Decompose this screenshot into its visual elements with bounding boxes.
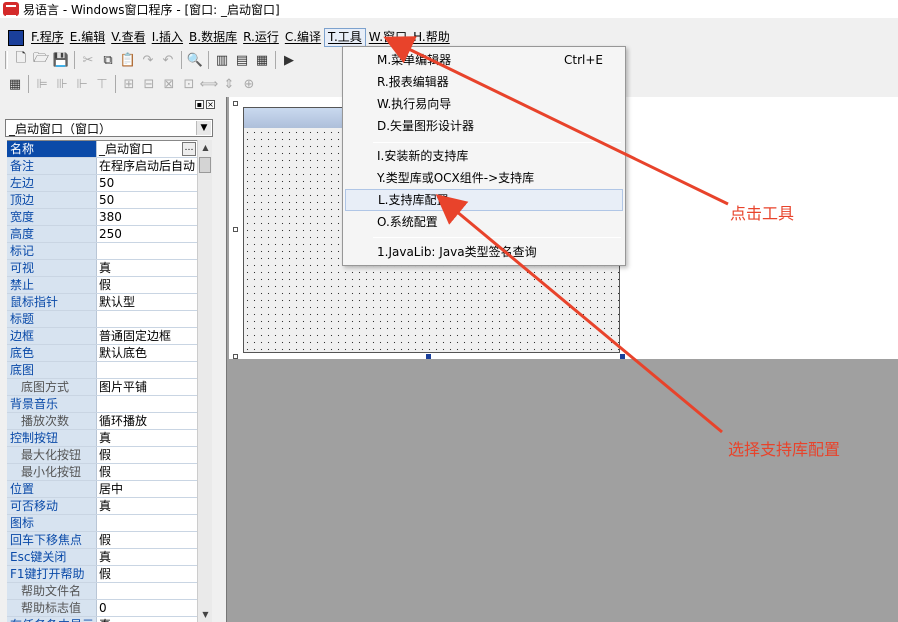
arrow-to-tools-menu: [383, 36, 729, 206]
annotation-click-tools: 点击工具: [730, 204, 795, 223]
arrow-to-library-config: [435, 194, 723, 434]
annotation-arrows: [383, 36, 729, 434]
app-window: 易语言 - Windows窗口程序 - [窗口: _启动窗口] F.程序 E.编…: [0, 0, 898, 622]
annotation-select-config: 选择支持库配置: [728, 440, 841, 459]
